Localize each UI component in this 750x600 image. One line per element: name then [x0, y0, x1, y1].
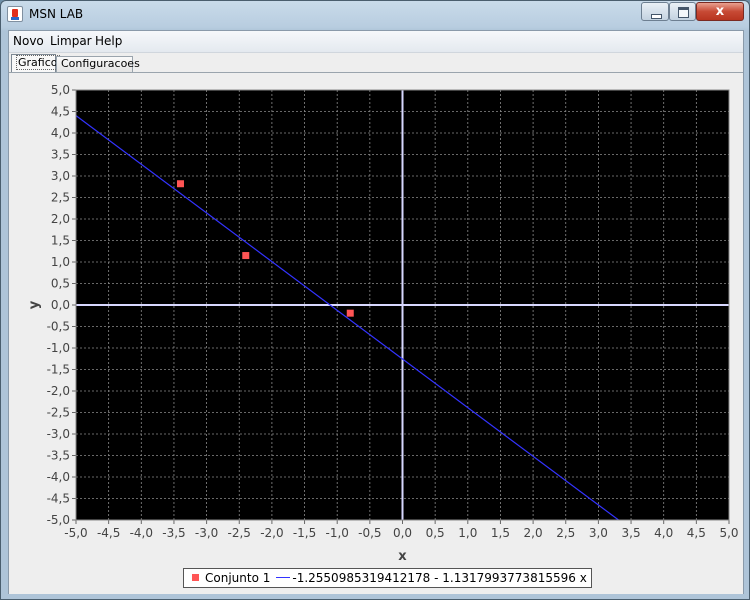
x-axis-label: x — [398, 549, 407, 564]
y-tick-label: 3,5 — [51, 148, 70, 162]
tab-configuracoes[interactable]: Configuracoes — [56, 56, 140, 72]
data-point — [242, 252, 250, 260]
y-tick-label: -2,5 — [47, 406, 70, 420]
close-button[interactable]: x — [696, 2, 744, 21]
chart: -5,0 -4,5 -4,0 -3,5 -3,0 -2,5 -2,0 -1,5 -1,0 -0,5… — [27, 83, 739, 564]
title-bar[interactable]: MSN LAB x — [1, 1, 749, 29]
x-tick-label: 0,5 — [426, 526, 445, 540]
legend-points-swatch — [192, 574, 199, 581]
y-tick-label: -4,5 — [47, 492, 70, 506]
menu-novo[interactable]: Novo — [13, 34, 44, 48]
maximize-button[interactable] — [669, 2, 696, 21]
window-title: MSN LAB — [29, 7, 84, 21]
y-tick-label: -5,0 — [47, 513, 70, 527]
x-tick-label: -1,0 — [325, 526, 348, 540]
x-tick-label: 5,0 — [719, 526, 738, 540]
x-tick-label: 4,5 — [687, 526, 706, 540]
x-tick-label: -5,0 — [64, 526, 87, 540]
tab-grafico[interactable]: Grafico — [11, 54, 60, 72]
y-tick-label: 1,5 — [51, 234, 70, 248]
close-icon: x — [715, 4, 725, 19]
x-tick-label: -2,5 — [228, 526, 251, 540]
x-tick-label: 1,0 — [458, 526, 477, 540]
x-tick-label: -4,0 — [130, 526, 153, 540]
x-tick-label: 2,5 — [556, 526, 575, 540]
legend-line-swatch — [276, 577, 291, 578]
x-tick-label: 3,5 — [622, 526, 641, 540]
x-tick-label: -0,5 — [358, 526, 381, 540]
minimize-icon — [651, 14, 662, 19]
legend-series-2: -1.2550985319412178 - 1.1317993773815596… — [292, 571, 587, 585]
y-tick-label: -1,5 — [47, 363, 70, 377]
y-tick-label: -1,0 — [47, 341, 70, 355]
legend-series-1: Conjunto 1 — [205, 571, 271, 585]
y-tick-label: -3,5 — [47, 449, 70, 463]
menu-limpar[interactable]: Limpar — [50, 34, 92, 48]
chart-panel: -5,0 -4,5 -4,0 -3,5 -3,0 -2,5 -2,0 -1,5 -1,0 -0,5… — [9, 72, 743, 594]
y-tick-label: 2,0 — [51, 212, 70, 226]
y-tick-label: -2,0 — [47, 384, 70, 398]
java-app-icon — [7, 6, 23, 22]
y-tick-label: 2,5 — [51, 191, 70, 205]
x-tick-label: 3,0 — [589, 526, 608, 540]
y-axis-label: y — [27, 300, 42, 309]
y-tick-label: 3,0 — [51, 169, 70, 183]
minimize-button[interactable] — [641, 2, 669, 21]
tab-grafico-label: Grafico — [16, 55, 60, 70]
chart-legend: Conjunto 1 -1.2550985319412178 - 1.131799… — [183, 568, 592, 588]
menu-help[interactable]: Help — [95, 34, 122, 48]
x-tick-label: -4,5 — [97, 526, 120, 540]
data-point — [346, 309, 354, 317]
y-tick-label: -4,0 — [47, 470, 70, 484]
y-tick-label: 5,0 — [51, 83, 70, 97]
y-tick-label: -0,5 — [47, 320, 70, 334]
x-tick-label: 2,0 — [524, 526, 543, 540]
y-tick-label: 0,0 — [51, 298, 70, 312]
tab-configuracoes-label: Configuracoes — [61, 57, 140, 70]
y-tick-label: 4,0 — [51, 126, 70, 140]
x-tick-label: 1,5 — [491, 526, 510, 540]
maximize-icon — [678, 7, 689, 18]
y-tick-label: 1,0 — [51, 255, 70, 269]
x-tick-label: -1,5 — [293, 526, 316, 540]
x-tick-label: 0,0 — [393, 526, 412, 540]
y-tick-label: 4,5 — [51, 105, 70, 119]
content-area: Novo Limpar Help Grafico Configuracoes -… — [8, 30, 744, 594]
x-tick-label: -3,0 — [195, 526, 218, 540]
y-tick-label: -3,0 — [47, 427, 70, 441]
menu-bar: Novo Limpar Help — [9, 31, 743, 53]
x-tick-label: -2,0 — [260, 526, 283, 540]
y-tick-label: 0,5 — [51, 277, 70, 291]
x-tick-label: -3,5 — [162, 526, 185, 540]
x-tick-label: 4,0 — [654, 526, 673, 540]
main-window: MSN LAB x Novo Limpar Help Grafico Confi… — [0, 0, 750, 600]
data-point — [176, 180, 184, 188]
